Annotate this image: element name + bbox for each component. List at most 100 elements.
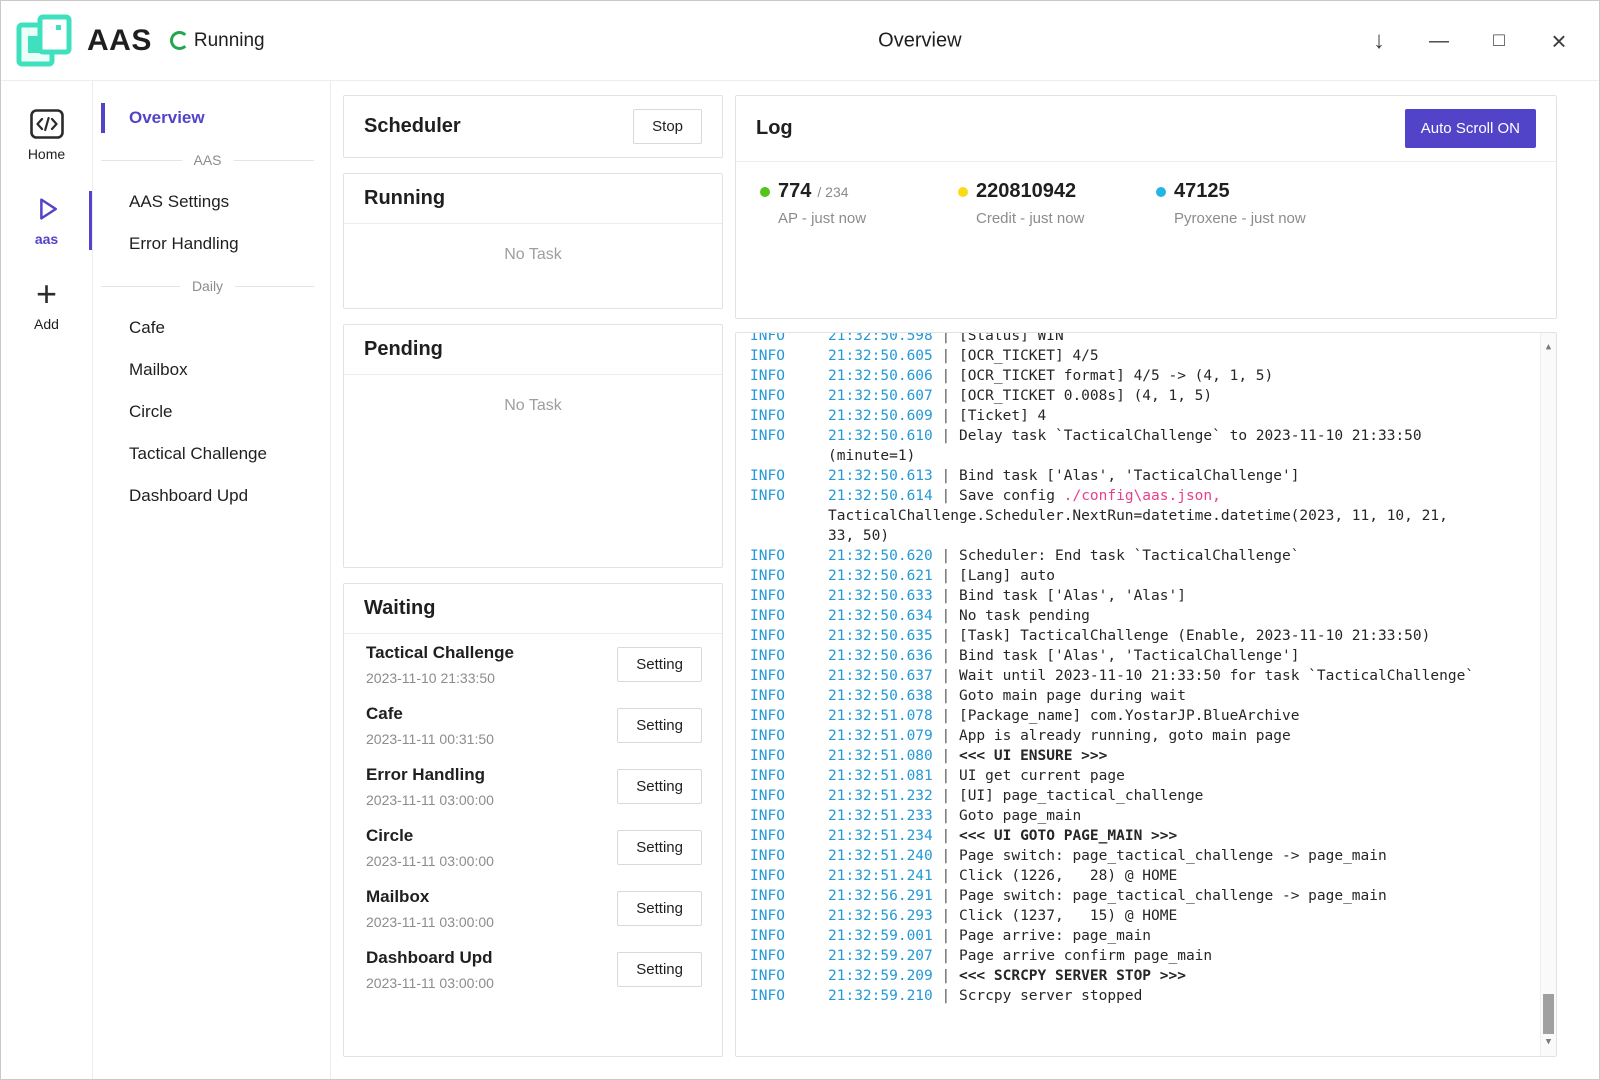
log-time: 21:32:50.621 (828, 568, 933, 584)
log-message: 21:32:51.079 | App is already running, g… (828, 726, 1512, 746)
sidebar-item-cafe[interactable]: Cafe (93, 307, 330, 349)
code-window-icon (30, 109, 64, 139)
log-line: INFO21:32:59.210 | Scrcpy server stopped (750, 986, 1512, 1006)
sidebar-item-dashboard-upd[interactable]: Dashboard Upd (93, 475, 330, 517)
log-text: App is already running, goto main page (959, 728, 1291, 744)
sidebar-group-divider: Daily (93, 265, 330, 307)
setting-button[interactable]: Setting (617, 952, 702, 987)
maximize-icon[interactable]: □ (1487, 31, 1511, 50)
log-separator: | (933, 848, 959, 864)
waiting-task-row: Cafe2023-11-11 00:31:50 Setting (344, 695, 722, 756)
log-time: 21:32:50.635 (828, 628, 933, 644)
close-icon[interactable]: × (1547, 28, 1571, 54)
log-separator: | (933, 548, 959, 564)
log-scrollbar[interactable]: ▲ ▼ (1540, 333, 1556, 1056)
log-level: INFO (750, 986, 828, 1006)
sidebar-item-circle[interactable]: Circle (93, 391, 330, 433)
log-separator: | (933, 608, 959, 624)
waiting-task-info: Cafe2023-11-11 00:31:50 (366, 704, 494, 747)
log-separator: | (933, 928, 959, 944)
pending-empty-text: No Task (344, 375, 722, 567)
scrollbar-thumb[interactable] (1543, 994, 1554, 1034)
log-level: INFO (750, 746, 828, 766)
log-text: [OCR_TICKET] 4/5 (959, 348, 1099, 364)
log-view[interactable]: INFO21:32:50.598 | [Status] WININFO21:32… (735, 332, 1557, 1057)
sidebar-item-mailbox[interactable]: Mailbox (93, 349, 330, 391)
log-time: 21:32:50.609 (828, 408, 933, 424)
log-text: <<< UI GOTO PAGE_MAIN >>> (959, 828, 1177, 844)
log-separator: | (933, 588, 959, 604)
waiting-task-info: Tactical Challenge2023-11-10 21:33:50 (366, 643, 514, 686)
log-message: 21:32:50.606 | [OCR_TICKET format] 4/5 -… (828, 366, 1512, 386)
log-column: Log Auto Scroll ON 774/ 234AP - just now… (735, 95, 1557, 1057)
log-separator: | (933, 948, 959, 964)
scroll-down-icon[interactable]: ▼ (1541, 1032, 1556, 1052)
scheduler-title: Scheduler (364, 115, 461, 138)
sidebar-item-aas-settings[interactable]: AAS Settings (93, 181, 330, 223)
scheduler-column: Scheduler Stop Running No Task Pending N… (343, 95, 723, 1057)
log-line: INFO21:32:50.634 | No task pending (750, 606, 1512, 626)
setting-button[interactable]: Setting (617, 769, 702, 804)
running-title: Running (364, 187, 445, 210)
log-text: [Lang] auto (959, 568, 1055, 584)
log-message: 21:32:51.080 | <<< UI ENSURE >>> (828, 746, 1512, 766)
stat-label: Pyroxene - just now (1174, 210, 1354, 227)
log-time: 21:32:50.636 (828, 648, 933, 664)
setting-button[interactable]: Setting (617, 708, 702, 743)
log-level: INFO (750, 946, 828, 966)
log-line: INFO21:32:50.620 | Scheduler: End task `… (750, 546, 1512, 566)
log-separator: | (933, 868, 959, 884)
waiting-card: Waiting Tactical Challenge2023-11-10 21:… (343, 583, 723, 1057)
log-message: 21:32:50.634 | No task pending (828, 606, 1512, 626)
setting-button[interactable]: Setting (617, 891, 702, 926)
setting-button[interactable]: Setting (617, 830, 702, 865)
log-separator: | (933, 968, 959, 984)
log-line: INFO21:32:50.635 | [Task] TacticalChalle… (750, 626, 1512, 646)
running-header: Running (344, 174, 722, 224)
log-level: INFO (750, 406, 828, 426)
sidebar-item-tactical-challenge[interactable]: Tactical Challenge (93, 433, 330, 475)
waiting-task-name: Cafe (366, 704, 494, 724)
log-message: 21:32:59.210 | Scrcpy server stopped (828, 986, 1512, 1006)
stat-value-row: 774/ 234 (760, 180, 958, 203)
auto-scroll-button[interactable]: Auto Scroll ON (1405, 109, 1536, 148)
waiting-title: Waiting (364, 597, 435, 620)
log-text: Click (1237, 15) @ HOME (959, 908, 1177, 924)
rail-item-label: aas (35, 231, 58, 247)
log-level: INFO (750, 706, 828, 726)
log-time: 21:32:51.078 (828, 708, 933, 724)
log-level: INFO (750, 426, 828, 466)
stat-value: 47125 (1174, 180, 1230, 203)
stat-value-row: 47125 (1156, 180, 1354, 203)
log-separator: | (933, 388, 959, 404)
waiting-task-time: 2023-11-11 03:00:00 (366, 792, 494, 808)
log-time: 21:32:59.001 (828, 928, 933, 944)
log-level: INFO (750, 332, 828, 346)
log-line: INFO21:32:56.293 | Click (1237, 15) @ HO… (750, 906, 1512, 926)
log-line: INFO21:32:51.079 | App is already runnin… (750, 726, 1512, 746)
rail-item-aas[interactable]: aas (1, 186, 92, 255)
log-message: 21:32:51.081 | UI get current page (828, 766, 1512, 786)
log-message: 21:32:50.638 | Goto main page during wai… (828, 686, 1512, 706)
rail-item-add[interactable]: + Add (1, 271, 92, 340)
log-level: INFO (750, 646, 828, 666)
log-text: ./config\aas.json, (1064, 488, 1221, 504)
update-download-icon[interactable]: ↓ (1367, 29, 1391, 53)
running-card: Running No Task (343, 173, 723, 309)
log-message: 21:32:50.610 | Delay task `TacticalChall… (828, 426, 1512, 466)
log-message: 21:32:56.293 | Click (1237, 15) @ HOME (828, 906, 1512, 926)
log-separator: | (933, 368, 959, 384)
minimize-icon[interactable]: — (1427, 31, 1451, 51)
log-message: 21:32:51.240 | Page switch: page_tactica… (828, 846, 1512, 866)
log-message: 21:32:59.207 | Page arrive confirm page_… (828, 946, 1512, 966)
scheduler-card: Scheduler Stop (343, 95, 723, 158)
rail-item-home[interactable]: Home (1, 101, 92, 170)
sidebar-item-error-handling[interactable]: Error Handling (93, 223, 330, 265)
log-message: 21:32:59.001 | Page arrive: page_main (828, 926, 1512, 946)
sidebar-item-overview[interactable]: Overview (93, 97, 330, 139)
setting-button[interactable]: Setting (617, 647, 702, 682)
stop-button[interactable]: Stop (633, 109, 702, 144)
scroll-up-icon[interactable]: ▲ (1541, 337, 1556, 357)
stat-dot-icon (958, 187, 968, 197)
log-text: Page arrive: page_main (959, 928, 1151, 944)
